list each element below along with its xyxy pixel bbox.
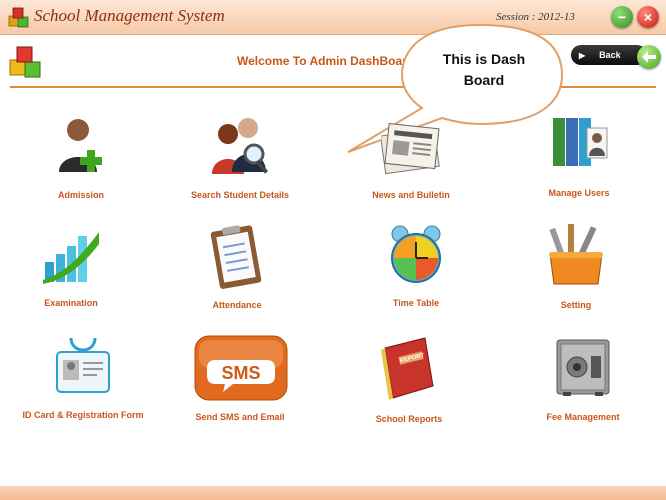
tile-label: Manage Users: [548, 188, 610, 198]
tile-label: ID Card & Registration Form: [22, 410, 144, 420]
tile-label: Send SMS and Email: [195, 412, 285, 422]
callout-line-2: Board: [463, 72, 505, 88]
search-students-icon: [212, 118, 269, 174]
bar-chart-icon: [43, 232, 99, 284]
tile-attendance[interactable]: Attendance: [162, 222, 312, 332]
alarm-clock-icon: [391, 225, 441, 283]
tile-label: Attendance: [212, 300, 262, 310]
tile-id-card-registration[interactable]: ID Card & Registration Form: [8, 334, 158, 444]
tile-label: Admission: [57, 190, 104, 200]
callout-text: This is Dash Board: [404, 49, 564, 91]
tile-fee-management[interactable]: Fee Management: [508, 334, 658, 444]
close-button[interactable]: ×: [637, 6, 659, 28]
tile-label: Time Table: [392, 298, 440, 308]
cubes-logo-icon: [9, 46, 41, 78]
clipboard-icon: [210, 225, 262, 289]
tile-search-student-details[interactable]: Search Student Details: [165, 112, 315, 222]
tile-label: School Reports: [375, 414, 443, 424]
svg-text:SMS: SMS: [221, 363, 260, 383]
tile-examination[interactable]: Examination: [0, 222, 146, 332]
play-icon: ▶: [579, 50, 586, 60]
report-book-icon: REPORT: [381, 337, 434, 400]
binders-users-icon: [553, 118, 608, 166]
tile-label: News and Bulletin: [372, 190, 450, 200]
minimize-button[interactable]: −: [611, 6, 633, 28]
tile-manage-users[interactable]: Manage Users: [504, 112, 654, 222]
minimize-icon: −: [617, 9, 627, 25]
back-button[interactable]: ▶ Back: [571, 45, 647, 65]
newspaper-icon: [381, 123, 440, 175]
tile-setting[interactable]: Setting: [501, 222, 651, 332]
tile-time-table[interactable]: Time Table: [341, 222, 491, 332]
tile-admission[interactable]: Admission: [6, 112, 156, 222]
tile-school-reports[interactable]: REPORT School Reports: [334, 334, 484, 444]
tile-label: Examination: [44, 298, 98, 308]
tile-send-sms-email[interactable]: SMS Send SMS and Email: [165, 334, 315, 444]
close-icon: ×: [643, 9, 653, 25]
safe-icon: [556, 339, 610, 396]
tile-label: Search Student Details: [190, 190, 290, 200]
tile-news-and-bulletin[interactable]: News and Bulletin: [336, 112, 486, 222]
footer-bar: [0, 486, 666, 500]
callout-line-1: This is Dash: [442, 51, 526, 67]
back-label: Back: [599, 50, 621, 60]
admission-user-add-icon: [59, 119, 102, 172]
app-title: School Management System: [34, 6, 225, 25]
id-card-icon: [56, 337, 110, 393]
toolbox-icon: [549, 224, 603, 285]
app-logo-icon: [8, 7, 29, 28]
tile-label: Fee Management: [546, 412, 620, 422]
sms-icon: SMS: [194, 335, 288, 401]
tile-label: Setting: [560, 300, 592, 310]
back-arrow-icon[interactable]: [637, 45, 661, 69]
